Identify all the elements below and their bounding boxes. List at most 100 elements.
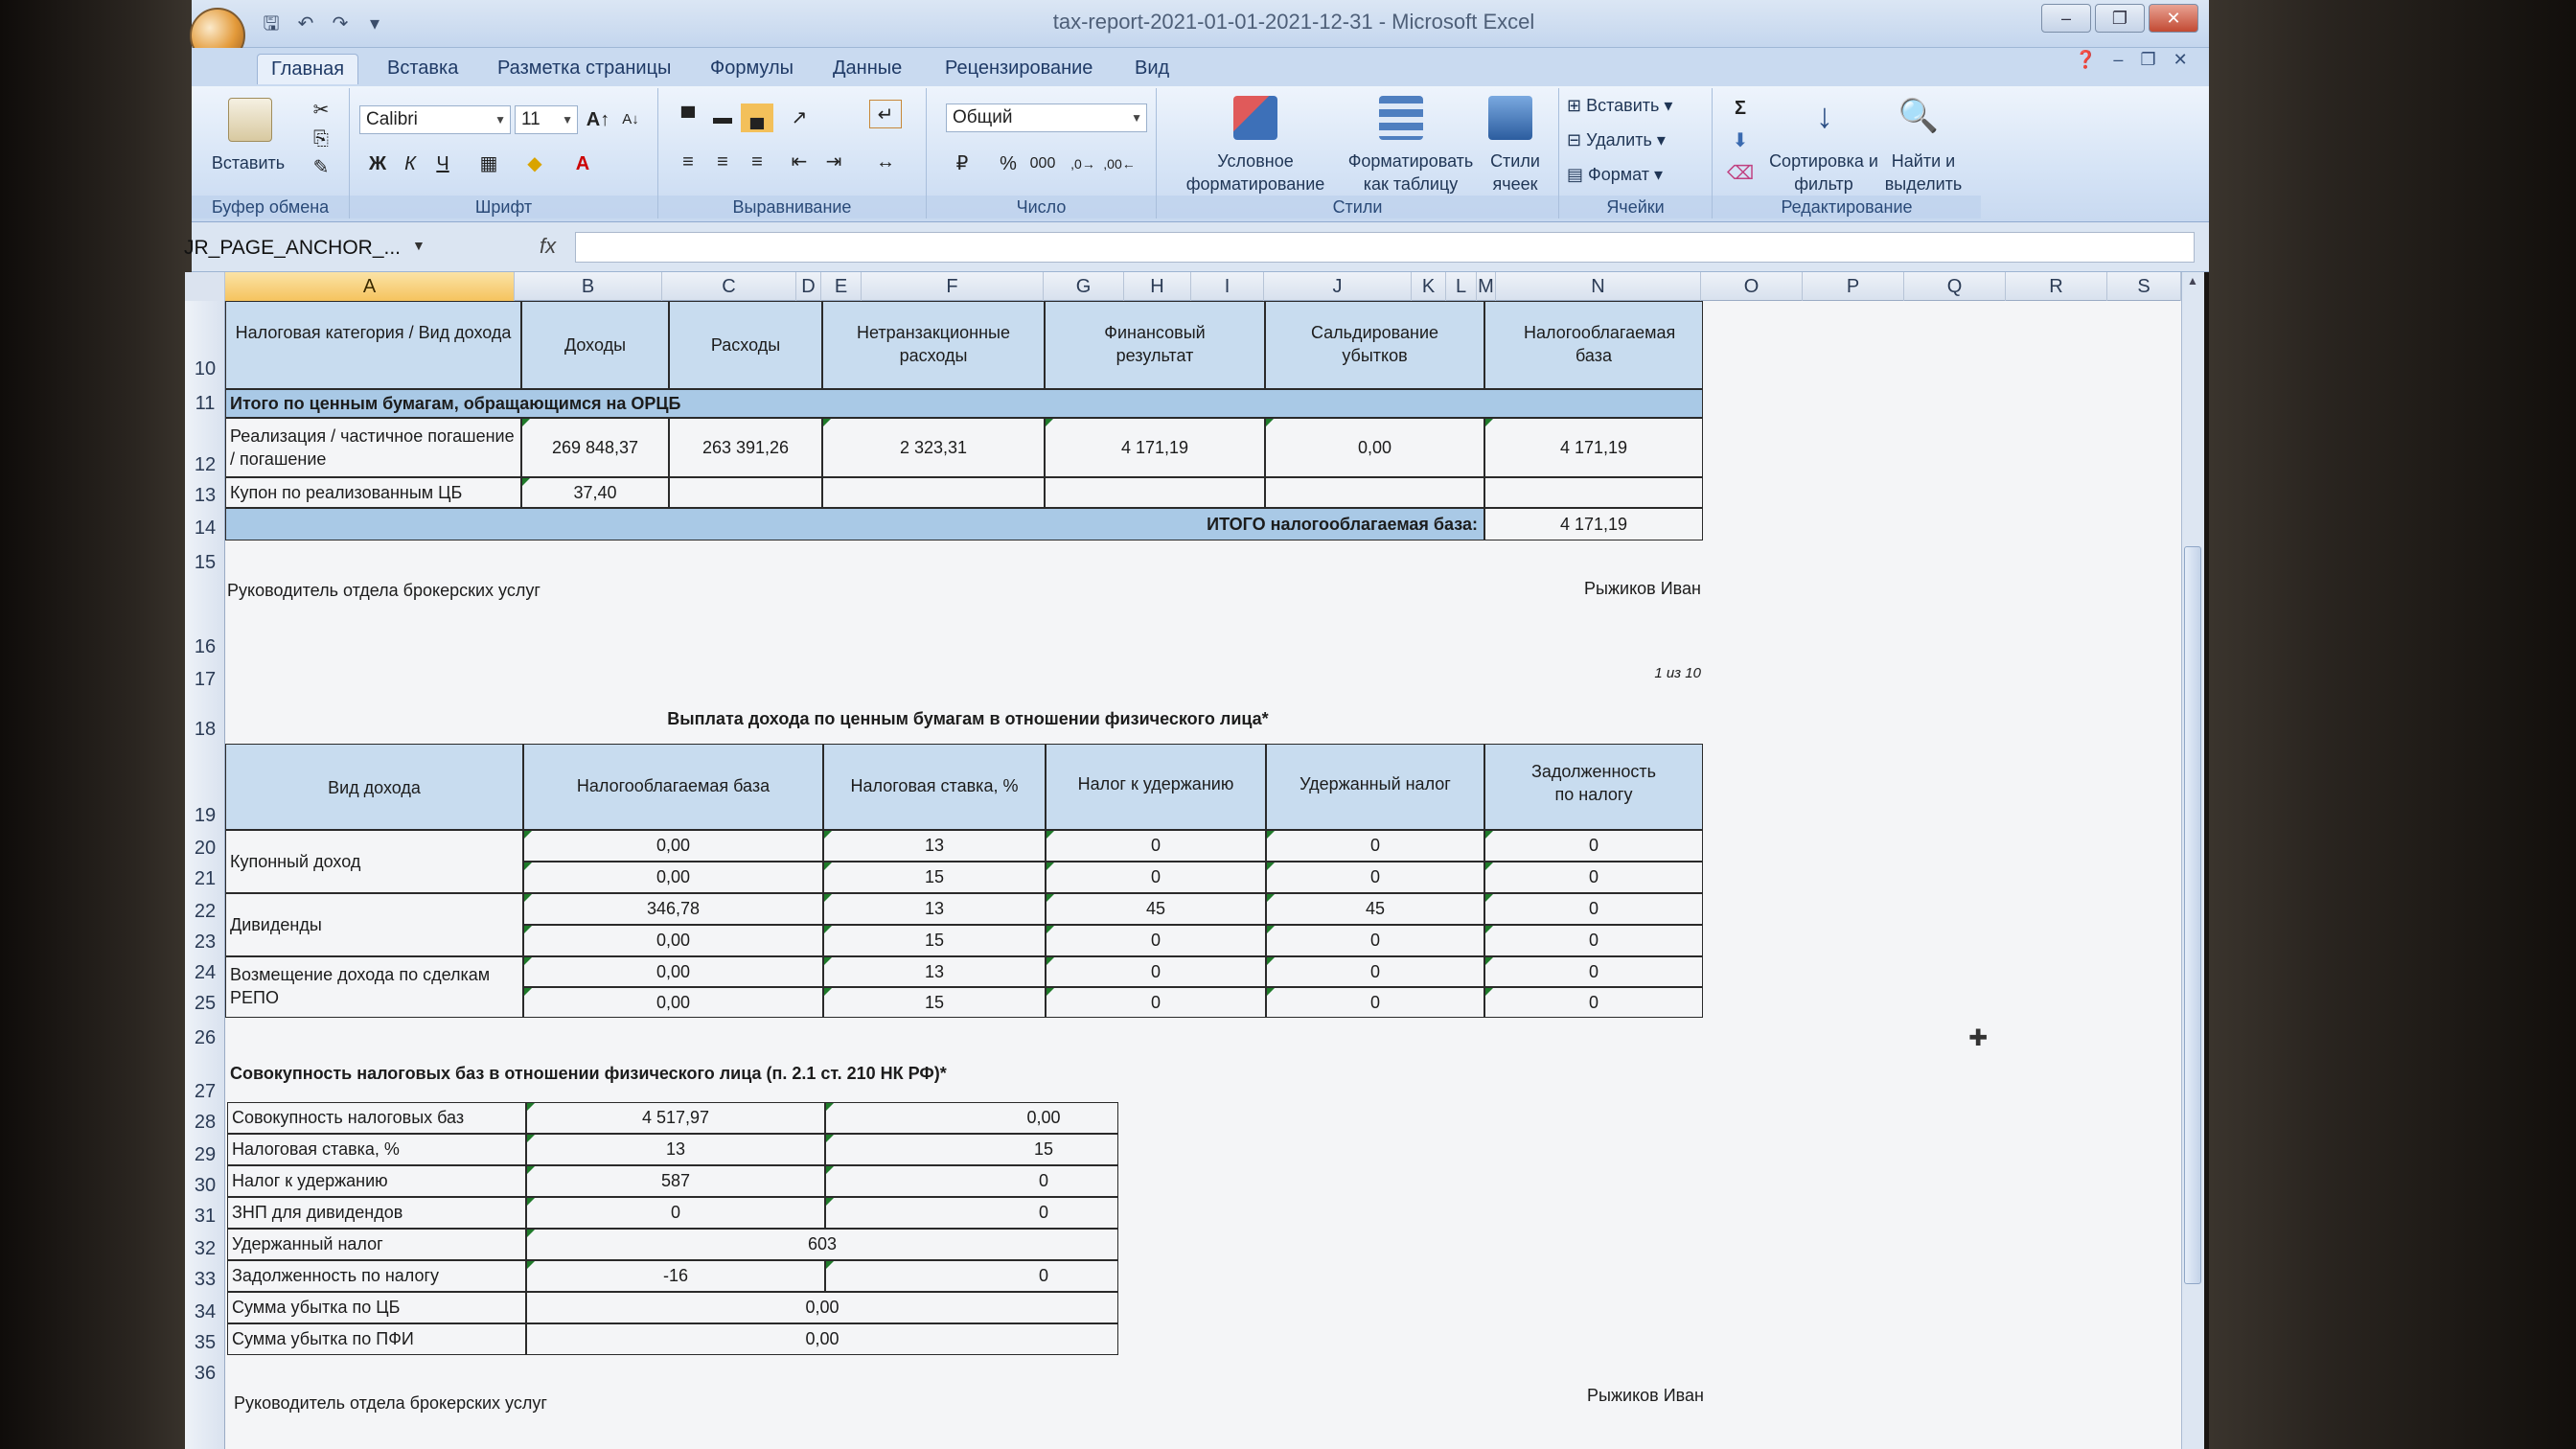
paste-icon[interactable] bbox=[228, 98, 272, 142]
t3-value-13[interactable]: 13 bbox=[526, 1134, 825, 1165]
row-header[interactable]: 30 bbox=[185, 1175, 225, 1197]
t3-label[interactable]: ЗНП для дивидендов bbox=[227, 1197, 526, 1229]
t2-cell[interactable]: 0,00 bbox=[523, 830, 823, 862]
clear-icon[interactable]: ⌫ bbox=[1724, 159, 1757, 188]
row-header[interactable]: 19 bbox=[185, 805, 225, 827]
t1-sale-income[interactable]: 269 848,37 bbox=[521, 418, 669, 477]
row-header[interactable]: 10 bbox=[185, 358, 225, 380]
column-header-s[interactable]: S bbox=[2107, 272, 2181, 301]
name-box[interactable]: JR_PAGE_ANCHOR_... bbox=[184, 234, 433, 263]
t3-loss-pfi-label[interactable]: Сумма убытка по ПФИ bbox=[227, 1323, 526, 1355]
row-header[interactable]: 18 bbox=[185, 719, 225, 741]
font-name-combo[interactable]: Calibri ▼ bbox=[359, 105, 511, 134]
shrink-font-icon[interactable]: A↓ bbox=[614, 105, 647, 134]
t2-cell[interactable]: 0 bbox=[1266, 987, 1484, 1018]
cell-styles-button[interactable]: Стили ячеек bbox=[1479, 150, 1552, 196]
column-header-a[interactable]: A bbox=[225, 272, 515, 301]
format-as-table-button[interactable]: Форматировать как таблицу bbox=[1339, 150, 1483, 196]
t2-cell[interactable]: 15 bbox=[823, 987, 1046, 1018]
format-painter-icon[interactable]: ✎ bbox=[305, 153, 337, 182]
tab-page-layout[interactable]: Разметка страницы bbox=[484, 54, 684, 84]
t2-cell[interactable]: 0 bbox=[1484, 956, 1703, 987]
find-select-button[interactable]: Найти и выделить bbox=[1875, 150, 1971, 196]
t2-cell[interactable]: 0 bbox=[1266, 862, 1484, 893]
copy-icon[interactable]: ⎘ bbox=[305, 125, 337, 153]
fill-icon[interactable]: ⬇ bbox=[1724, 126, 1757, 155]
conditional-format-icon[interactable] bbox=[1233, 96, 1277, 140]
t3-debt-15[interactable]: 0 bbox=[825, 1260, 1118, 1292]
t2-cell[interactable]: 0 bbox=[1046, 987, 1266, 1018]
t1-header-nontrans[interactable]: Нетранзакционные расходы bbox=[822, 301, 1045, 389]
scroll-up-icon[interactable]: ▲ bbox=[2184, 274, 2201, 295]
signature-position[interactable]: Руководитель отдела брокерских услуг bbox=[227, 577, 802, 606]
t1-header-result[interactable]: Финансовый результат bbox=[1045, 301, 1265, 389]
t1-sale-base[interactable]: 4 171,19 bbox=[1484, 418, 1703, 477]
t1-sale-expense[interactable]: 263 391,26 bbox=[669, 418, 822, 477]
signature-name[interactable]: Рыжиков Иван bbox=[1390, 575, 1701, 604]
row-header[interactable]: 33 bbox=[185, 1269, 225, 1291]
t1-coupon-nontrans[interactable] bbox=[822, 477, 1045, 508]
t1-sale-result[interactable]: 4 171,19 bbox=[1045, 418, 1265, 477]
decrease-indent-icon[interactable]: ⇤ bbox=[783, 148, 816, 176]
t1-coupon-label[interactable]: Купон по реализованным ЦБ bbox=[225, 477, 521, 508]
scrollbar-thumb[interactable] bbox=[2184, 546, 2201, 1284]
delete-cells-button[interactable]: ⊟ Удалить ▾ bbox=[1567, 130, 1701, 150]
row-header[interactable]: 21 bbox=[185, 868, 225, 890]
t2-cell[interactable]: 0 bbox=[1484, 893, 1703, 925]
t2-group-dividends[interactable]: Дивиденды bbox=[225, 893, 523, 956]
t3-title[interactable]: Совокупность налоговых баз в отношении ф… bbox=[230, 1060, 1188, 1089]
orientation-icon[interactable]: ↗ bbox=[783, 104, 816, 132]
row-header[interactable]: 31 bbox=[185, 1206, 225, 1228]
column-header-o[interactable]: O bbox=[1701, 272, 1803, 301]
t1-coupon-expense[interactable] bbox=[669, 477, 822, 508]
restore-workbook-icon[interactable]: ❐ bbox=[2140, 50, 2155, 79]
row-header[interactable]: 25 bbox=[185, 993, 225, 1015]
t1-header-income[interactable]: Доходы bbox=[521, 301, 669, 389]
t3-value-15[interactable]: 0 bbox=[825, 1197, 1118, 1229]
align-middle-icon[interactable]: ▬ bbox=[706, 104, 739, 132]
formula-input[interactable] bbox=[575, 232, 2195, 263]
t2-header-rate[interactable]: Налоговая ставка, % bbox=[823, 744, 1046, 830]
t1-section-title[interactable]: Итого по ценным бумагам, обращающимся на… bbox=[225, 389, 1703, 418]
increase-decimal-icon[interactable]: ,0→ bbox=[1067, 150, 1099, 178]
paste-button[interactable]: Вставить bbox=[196, 153, 301, 173]
save-icon[interactable]: 🖫 bbox=[259, 12, 284, 35]
t3-loss-cb-value[interactable]: 0,00 bbox=[526, 1292, 1118, 1323]
row-header[interactable]: 29 bbox=[185, 1144, 225, 1166]
align-center-icon[interactable]: ≡ bbox=[706, 148, 739, 176]
t1-sale-saldo[interactable]: 0,00 bbox=[1265, 418, 1484, 477]
t2-header-debt[interactable]: Задолженность по налогу bbox=[1484, 744, 1703, 830]
row-header[interactable]: 34 bbox=[185, 1301, 225, 1323]
t3-label[interactable]: Совокупность налоговых баз bbox=[227, 1102, 526, 1134]
minimize-button[interactable]: – bbox=[2041, 4, 2091, 33]
t1-coupon-income[interactable]: 37,40 bbox=[521, 477, 669, 508]
fill-color-icon[interactable]: ◆ bbox=[518, 150, 551, 178]
column-header-l[interactable]: L bbox=[1446, 272, 1477, 301]
redo-icon[interactable]: ↷ bbox=[328, 12, 353, 35]
t2-cell[interactable]: 0 bbox=[1484, 830, 1703, 862]
t2-cell[interactable]: 0,00 bbox=[523, 925, 823, 956]
row-header[interactable]: 17 bbox=[185, 669, 225, 691]
t1-header-category[interactable]: Налоговая категория / Вид дохода bbox=[225, 301, 521, 389]
t2-cell[interactable]: 0 bbox=[1484, 987, 1703, 1018]
t3-loss-cb-label[interactable]: Сумма убытка по ЦБ bbox=[227, 1292, 526, 1323]
column-header-m[interactable]: M bbox=[1477, 272, 1496, 301]
restore-button[interactable]: ❐ bbox=[2095, 4, 2145, 33]
row-header[interactable]: 22 bbox=[185, 901, 225, 923]
chevron-down-icon[interactable]: ▼ bbox=[412, 238, 431, 257]
t2-cell[interactable]: 0 bbox=[1046, 862, 1266, 893]
t3-debt-13[interactable]: -16 bbox=[526, 1260, 825, 1292]
page-counter[interactable]: 1 из 10 bbox=[1581, 665, 1701, 688]
borders-icon[interactable]: ▦ bbox=[472, 150, 505, 178]
t1-total-label[interactable]: ИТОГО налогооблагаемая база: bbox=[225, 508, 1484, 540]
t1-sale-label[interactable]: Реализация / частичное погашение / погаш… bbox=[225, 418, 521, 477]
t3-value-15[interactable]: 0,00 bbox=[825, 1102, 1118, 1134]
row-header[interactable]: 32 bbox=[185, 1238, 225, 1260]
t2-title[interactable]: Выплата дохода по ценным бумагам в отнош… bbox=[575, 705, 1361, 734]
t2-cell[interactable]: 13 bbox=[823, 893, 1046, 925]
t1-header-saldo[interactable]: Сальдирование убытков bbox=[1265, 301, 1484, 389]
column-header-r[interactable]: R bbox=[2006, 272, 2107, 301]
t2-header-base[interactable]: Налогооблагаемая база bbox=[523, 744, 823, 830]
insert-cells-button[interactable]: ⊞ Вставить ▾ bbox=[1567, 96, 1701, 116]
t3-label[interactable]: Налог к удержанию bbox=[227, 1165, 526, 1197]
